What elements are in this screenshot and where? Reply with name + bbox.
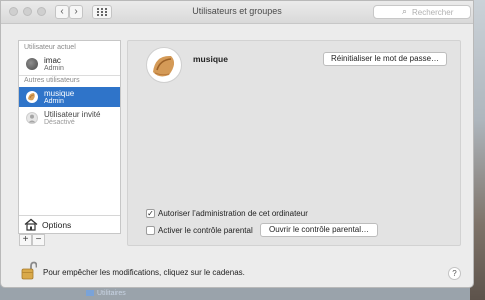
add-user-button[interactable]: +: [19, 234, 32, 246]
user-name: Utilisateur invité: [44, 110, 101, 119]
folder-icon: [86, 290, 94, 297]
allow-admin-checkbox[interactable]: ✓: [146, 209, 155, 218]
user-status: Désactivé: [44, 119, 75, 126]
parental-control-label: Activer le contrôle parental: [158, 226, 253, 235]
divider: [19, 75, 120, 76]
user-role: Admin: [44, 65, 64, 72]
fortune-cookie-icon: [28, 93, 35, 101]
search-icon: ⌕: [402, 6, 408, 16]
guest-avatar-icon: [26, 112, 38, 124]
avatar: [26, 58, 38, 70]
help-button[interactable]: ?: [448, 267, 461, 280]
house-icon: [24, 218, 38, 231]
users-sidebar: Utilisateur actuel imac Admin Autres uti…: [18, 40, 121, 234]
folder-label: Utilitaires: [97, 290, 126, 297]
open-parental-control-button[interactable]: Ouvrir le contrôle parental…: [260, 223, 378, 237]
other-users-header: Autres utilisateurs: [24, 77, 80, 84]
lock-open-icon[interactable]: [21, 261, 37, 281]
preferences-window: ‹ › Utilisateurs et groupes ⌕ Rechercher…: [0, 0, 474, 288]
options-label: Options: [42, 220, 72, 230]
avatar: [26, 91, 38, 103]
remove-user-button[interactable]: −: [32, 234, 45, 246]
titlebar: ‹ › Utilisateurs et groupes ⌕ Rechercher: [1, 1, 473, 24]
reset-password-button[interactable]: Réinitialiser le mot de passe…: [323, 52, 447, 66]
user-role: Admin: [44, 98, 64, 105]
search-placeholder: Rechercher: [412, 8, 454, 17]
user-item-musique[interactable]: musique Admin: [19, 87, 120, 107]
user-picture[interactable]: [146, 47, 182, 83]
background-folder: Utilitaires: [86, 290, 126, 297]
user-name: imac: [44, 56, 61, 65]
lock-message: Pour empêcher les modifications, cliquez…: [43, 268, 245, 277]
parental-control-checkbox[interactable]: [146, 226, 155, 235]
login-options-item[interactable]: Options: [19, 215, 120, 234]
user-name: musique: [44, 89, 75, 98]
allow-admin-label: Autoriser l’administration de cet ordina…: [158, 209, 308, 218]
selected-user-name: musique: [193, 54, 228, 64]
search-field[interactable]: ⌕ Rechercher: [373, 5, 471, 19]
current-user-header: Utilisateur actuel: [24, 44, 76, 51]
user-item-guest[interactable]: Utilisateur invité Désactivé: [19, 108, 120, 128]
user-item-imac[interactable]: imac Admin: [19, 54, 120, 74]
